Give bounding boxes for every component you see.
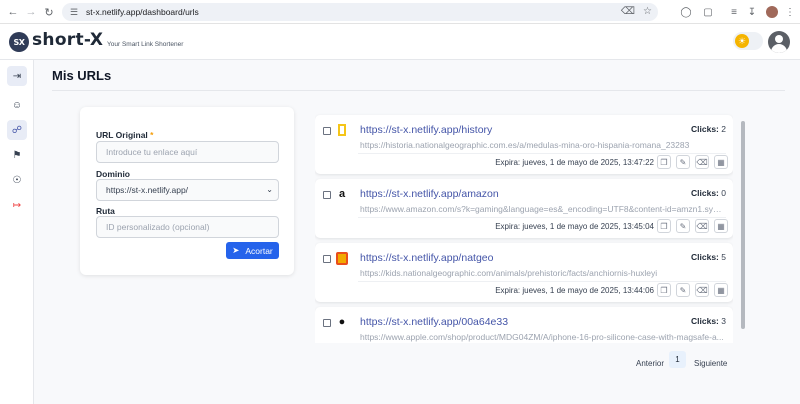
original-url: https://historia.nationalgeographic.com.… <box>360 140 690 150</box>
select-checkbox[interactable] <box>323 191 331 199</box>
sun-icon: ☀ <box>735 34 749 48</box>
trash-icon[interactable]: ⌫ <box>695 155 709 169</box>
original-url: https://kids.nationalgeographic.com/anim… <box>360 268 658 278</box>
chevron-down-icon: ⌄ <box>266 185 273 194</box>
sidebar-item-urls[interactable]: ☍ <box>7 120 27 140</box>
extensions-puzzle-icon[interactable]: ▢ <box>700 4 716 20</box>
forward-icon[interactable]: → <box>22 3 40 21</box>
user-icon: ☺ <box>11 99 23 111</box>
clicks-count: Clicks: 0 <box>691 188 726 198</box>
select-checkbox[interactable] <box>323 255 331 263</box>
sidebar-item-logout[interactable]: ↦ <box>7 195 27 215</box>
media-controls-icon[interactable]: ≡ <box>726 4 742 20</box>
short-url-link[interactable]: https://st-x.netlify.app/00a64e33 <box>360 316 508 328</box>
clicks-count: Clicks: 5 <box>691 252 726 262</box>
apple-icon: ● <box>338 316 346 328</box>
link-icon: ☍ <box>11 124 23 136</box>
url-original-input[interactable]: Introduce tu enlace aquí <box>96 141 279 163</box>
back-icon[interactable]: ← <box>4 3 22 21</box>
trash-icon[interactable]: ⌫ <box>695 219 709 233</box>
edit-icon[interactable]: ✎ <box>676 283 690 297</box>
clicks-count: Clicks: 2 <box>691 124 726 134</box>
clicks-count: Clicks: 3 <box>691 316 726 326</box>
shorten-button-label: Acortar <box>245 245 273 256</box>
domain-select[interactable]: https://st-x.netlify.app/ ⌄ <box>96 179 279 201</box>
send-icon: ➤ <box>232 245 240 255</box>
browser-profile-avatar[interactable] <box>766 6 778 18</box>
app-name[interactable]: short-X <box>32 30 103 50</box>
domain-label: Dominio <box>96 169 130 179</box>
original-url: https://www.apple.com/shop/product/MDG04… <box>360 332 724 342</box>
browser-menu-icon[interactable]: ⋮ <box>782 4 798 20</box>
url-card: https://st-x.netlify.app/natgeo https://… <box>315 243 733 302</box>
shorten-button[interactable]: ➤ Acortar <box>226 242 279 259</box>
select-checkbox[interactable] <box>323 127 331 135</box>
page-1-button[interactable]: 1 <box>669 351 686 368</box>
natgeo-icon <box>335 123 349 137</box>
next-page-button[interactable]: Siguiente <box>694 359 727 368</box>
short-url-link[interactable]: https://st-x.netlify.app/amazon <box>360 188 499 200</box>
reload-icon[interactable]: ↻ <box>40 3 58 21</box>
url-card: ● https://st-x.netlify.app/00a64e33 http… <box>315 307 733 343</box>
card-divider <box>358 153 726 154</box>
download-icon[interactable]: ↧ <box>744 4 760 20</box>
title-divider <box>52 90 785 91</box>
card-divider <box>358 281 726 282</box>
url-card: a https://st-x.netlify.app/amazon https:… <box>315 179 733 238</box>
short-url-link[interactable]: https://st-x.netlify.app/history <box>360 124 492 136</box>
page-title: Mis URLs <box>52 68 112 83</box>
url-card: https://st-x.netlify.app/history https:/… <box>315 115 733 174</box>
copy-icon[interactable]: ❐ <box>657 219 671 233</box>
bookmark-icon: ⚑ <box>12 149 22 161</box>
bookmark-star-icon[interactable]: ☆ <box>643 6 652 17</box>
site-settings-icon[interactable]: ☰ <box>68 6 80 18</box>
list-scrollbar[interactable] <box>741 121 745 329</box>
prev-page-button[interactable]: Anterior <box>636 359 664 368</box>
collapse-sidebar-icon[interactable]: ⇥ <box>7 66 27 86</box>
qr-code-icon[interactable]: ▦ <box>714 283 728 297</box>
expiration-text: Expira: jueves, 1 de mayo de 2025, 13:44… <box>495 286 654 295</box>
logo-icon[interactable]: SX <box>9 32 29 52</box>
natgeo-kids-icon <box>335 251 349 265</box>
address-url[interactable]: st-x.netlify.app/dashboard/urls <box>86 7 199 17</box>
globe-icon: ☉ <box>12 174 22 186</box>
url-list[interactable]: https://st-x.netlify.app/history https:/… <box>315 112 733 343</box>
select-checkbox[interactable] <box>323 319 331 327</box>
address-bar[interactable]: ☰ st-x.netlify.app/dashboard/urls ⌫ ☆ <box>62 3 658 21</box>
edit-icon[interactable]: ✎ <box>676 219 690 233</box>
extension-icon[interactable]: ◯ <box>678 4 694 20</box>
path-label: Ruta <box>96 206 115 216</box>
qr-code-icon[interactable]: ▦ <box>714 155 728 169</box>
expiration-text: Expira: jueves, 1 de mayo de 2025, 13:45… <box>495 222 654 231</box>
browser-toolbar: ← → ↻ ☰ st-x.netlify.app/dashboard/urls … <box>0 0 800 24</box>
logout-icon: ↦ <box>12 199 22 211</box>
copy-icon[interactable]: ❐ <box>657 155 671 169</box>
sidebar-item-profile[interactable]: ☺ <box>7 95 27 115</box>
domain-select-value: https://st-x.netlify.app/ <box>106 185 189 195</box>
translate-icon[interactable]: ⌫ <box>621 6 635 17</box>
short-url-link[interactable]: https://st-x.netlify.app/natgeo <box>360 252 493 264</box>
trash-icon[interactable]: ⌫ <box>695 283 709 297</box>
original-url: https://www.amazon.com/s?k=gaming&langua… <box>360 204 725 214</box>
path-input[interactable]: ID personalizado (opcional) <box>96 216 279 238</box>
qr-code-icon[interactable]: ▦ <box>714 219 728 233</box>
url-original-label: URL Original * <box>96 130 154 140</box>
edit-icon[interactable]: ✎ <box>676 155 690 169</box>
copy-icon[interactable]: ❐ <box>657 283 671 297</box>
sidebar-item-bookmarks[interactable]: ⚑ <box>7 145 27 165</box>
card-divider <box>358 217 726 218</box>
theme-toggle[interactable]: ☀ <box>733 32 763 50</box>
sidebar-item-domains[interactable]: ☉ <box>7 170 27 190</box>
expiration-text: Expira: jueves, 1 de mayo de 2025, 13:47… <box>495 158 654 167</box>
app-tagline: Your Smart Link Shortener <box>107 41 184 48</box>
user-avatar[interactable] <box>768 31 790 53</box>
amazon-icon: a <box>338 188 346 200</box>
